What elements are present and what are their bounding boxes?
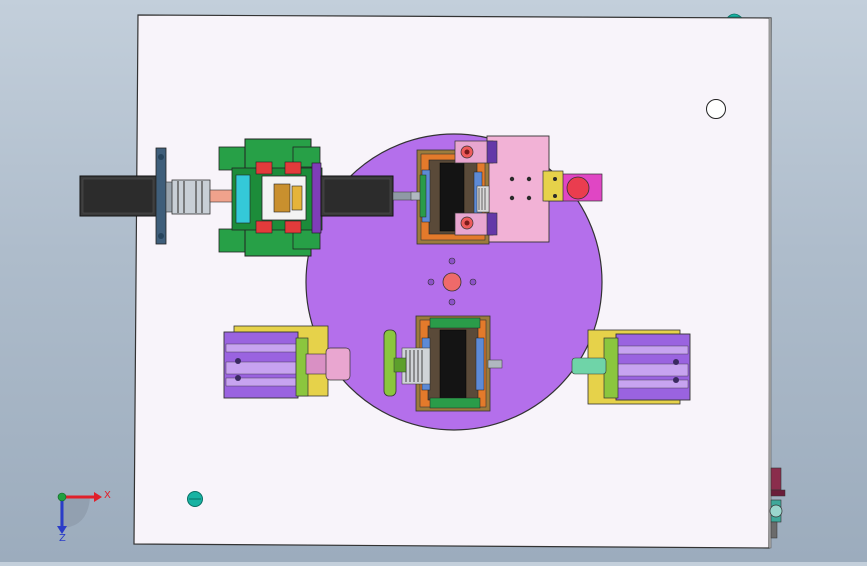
right-cylinder[interactable] — [571, 329, 691, 405]
center-hub — [442, 272, 462, 292]
triad-origin — [57, 492, 67, 502]
coordinate-triad[interactable]: X Z — [57, 490, 111, 544]
triad-x-arrow — [94, 492, 102, 502]
triad-shadow — [60, 497, 90, 528]
clamp-top — [727, 13, 743, 18]
assembly-drawing[interactable]: X Z — [0, 0, 867, 562]
mounting-hole — [706, 99, 726, 119]
triad-x-label: X — [104, 490, 111, 501]
triad-z-label: Z — [59, 533, 66, 544]
edge-bracket — [769, 467, 786, 539]
cad-viewport[interactable]: X Z — [0, 0, 867, 562]
